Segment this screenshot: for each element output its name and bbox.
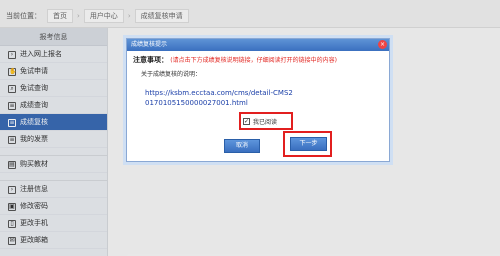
read-checkbox-label: 我已阅读	[253, 119, 278, 126]
dialog-title: 成绩复核提示	[127, 39, 389, 51]
notice-warning: (请点击下方成绩复核说明链接，仔细阅读打开的链接中的内容)	[170, 57, 337, 64]
close-icon[interactable]: ×	[378, 40, 387, 49]
read-checkbox[interactable]: ✓	[243, 118, 250, 125]
score-review-dialog: 成绩复核提示 × 注意事项： (请点击下方成绩复核说明链接，仔细阅读打开的链接中…	[126, 38, 390, 162]
cancel-button[interactable]: 取消	[224, 139, 260, 153]
review-description-label: 关于成绩复核的说明：	[141, 71, 202, 78]
notice-title: 注意事项：	[133, 56, 168, 64]
notice-line: 注意事项： (请点击下方成绩复核说明链接，仔细阅读打开的链接中的内容)	[133, 55, 385, 65]
read-confirmation[interactable]: ✓ 我已阅读	[243, 117, 277, 126]
review-instructions-link[interactable]: https://ksbm.ecctaa.com/cms/detail-CMS20…	[145, 88, 295, 108]
next-button[interactable]: 下一步	[290, 137, 327, 151]
